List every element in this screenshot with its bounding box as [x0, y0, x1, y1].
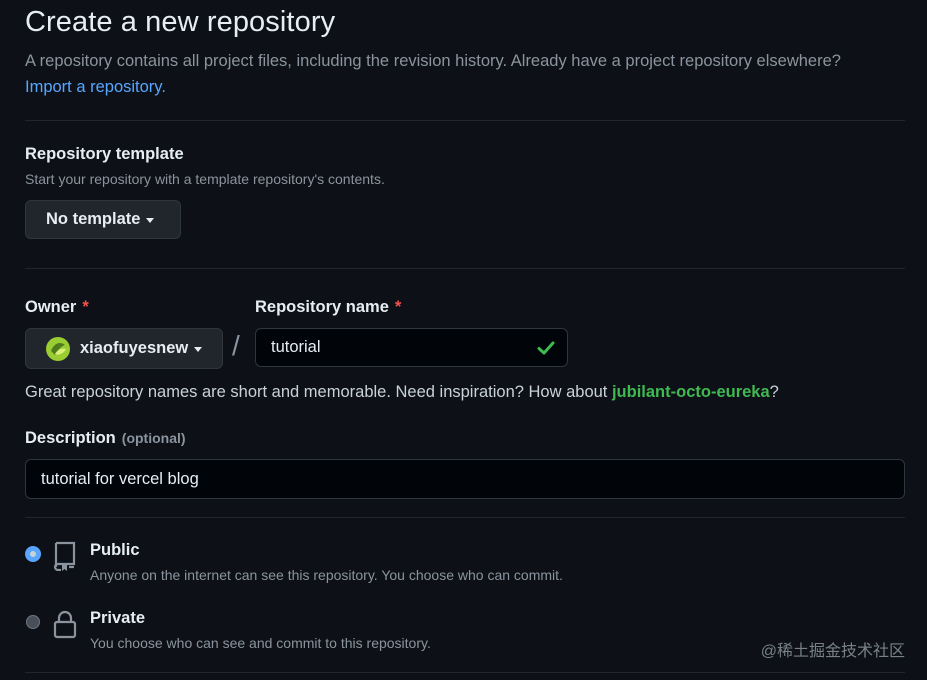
repo-name-value: tutorial	[271, 338, 321, 356]
optional-tag: (optional)	[121, 430, 186, 446]
private-option-description: You choose who can see and commit to thi…	[90, 635, 431, 651]
watermark: @稀土掘金技术社区	[760, 643, 905, 660]
private-radio[interactable]	[26, 615, 40, 629]
page-description: A repository contains all project files,…	[25, 48, 905, 100]
check-icon	[536, 338, 556, 363]
repo-name-label: Repository name *	[255, 298, 401, 317]
create-repository-page: Create a new repository A repository con…	[0, 0, 927, 680]
suggested-name-link[interactable]: jubilant-octo-eureka	[612, 383, 770, 401]
template-sublabel: Start your repository with a template re…	[25, 171, 385, 187]
lock-icon	[52, 609, 78, 644]
repo-name-hint: Great repository names are short and mem…	[25, 383, 779, 402]
repo-icon	[52, 541, 78, 576]
owner-label-text: Owner	[25, 298, 77, 316]
public-option-title: Public	[90, 541, 140, 559]
private-option-title: Private	[90, 609, 146, 627]
template-dropdown-button[interactable]: No template	[25, 200, 181, 239]
divider	[25, 120, 905, 121]
repo-name-input[interactable]: tutorial	[255, 328, 568, 367]
divider	[25, 672, 905, 673]
divider	[25, 517, 905, 518]
page-title: Create a new repository	[25, 6, 336, 38]
required-mark: *	[394, 298, 402, 316]
template-label: Repository template	[25, 145, 184, 163]
owner-dropdown-button[interactable]: xiaofuyesnew	[25, 328, 223, 369]
owner-repo-separator: /	[232, 330, 240, 361]
description-value: tutorial for vercel blog	[41, 469, 199, 488]
required-mark: *	[82, 298, 89, 316]
caret-down-icon	[194, 347, 203, 352]
hint-suffix: ?	[769, 383, 779, 401]
description-label: Description (optional)	[25, 429, 186, 448]
avatar-icon	[46, 336, 70, 361]
owner-value: xiaofuyesnew	[80, 339, 189, 357]
template-dropdown-label: No template	[46, 210, 141, 228]
divider	[25, 268, 905, 269]
import-repository-link[interactable]: Import a repository.	[25, 78, 166, 96]
page-description-text: A repository contains all project files,…	[25, 52, 841, 70]
owner-label: Owner *	[25, 298, 89, 317]
owner-avatar	[46, 336, 70, 361]
repo-name-label-text: Repository name	[255, 298, 389, 316]
public-option-description: Anyone on the internet can see this repo…	[90, 567, 563, 583]
description-label-text: Description	[25, 429, 116, 447]
hint-text: Great repository names are short and mem…	[25, 383, 612, 401]
caret-down-icon	[146, 218, 155, 223]
public-radio[interactable]	[26, 547, 40, 561]
description-input[interactable]: tutorial for vercel blog	[25, 459, 905, 499]
